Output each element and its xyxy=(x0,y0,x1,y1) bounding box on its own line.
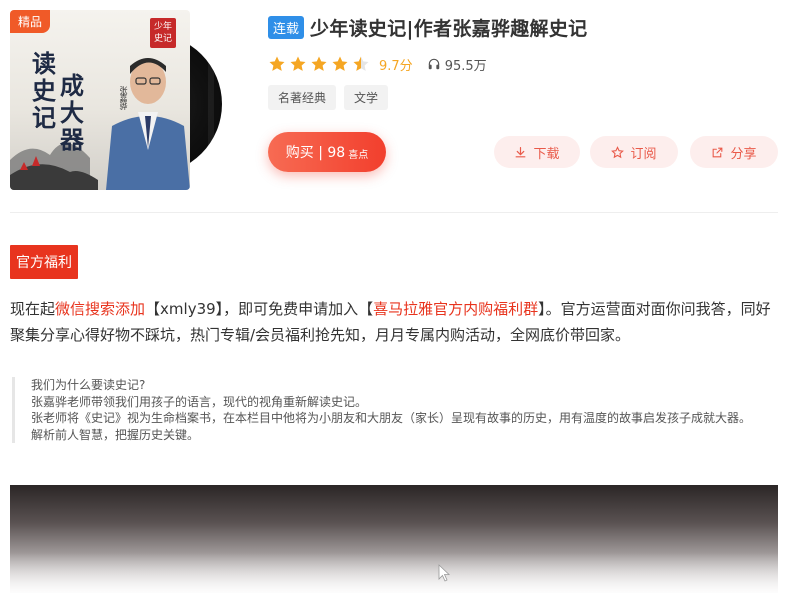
download-label: 下载 xyxy=(533,146,560,162)
buy-button[interactable]: 购买 | 98 喜点 xyxy=(268,132,386,172)
share-label: 分享 xyxy=(730,146,757,162)
purchase-group-link[interactable]: 喜马拉雅官方内购福利群 xyxy=(373,300,538,318)
subscribe-label: 订阅 xyxy=(630,146,657,162)
album-title-row: 连载 少年读史记|作者张嘉骅趣解史记 xyxy=(268,14,587,41)
share-button[interactable]: 分享 xyxy=(690,136,778,168)
wechat-search-link[interactable]: 微信搜索添加 xyxy=(55,300,145,318)
quote-line: 张老师将《史记》视为生命档案书，在本栏目中他将为小朋友和大朋友（家长）呈现有故事… xyxy=(31,411,752,425)
description-quote: 我们为什么要读史记? 张嘉骅老师带领我们用孩子的语言，现代的视角重新解读史记。 … xyxy=(12,377,778,443)
headphone-icon xyxy=(428,58,439,70)
cover-title-vertical-2: 成大器 xyxy=(60,71,84,154)
star-icon xyxy=(290,56,306,71)
cover-title-vertical-1: 读史记 xyxy=(32,49,56,132)
author-portrait xyxy=(106,58,190,190)
image-fade-overlay xyxy=(10,553,778,593)
category-tag[interactable]: 文学 xyxy=(344,85,389,110)
star-icon xyxy=(311,56,327,71)
buy-button-unit: 喜点 xyxy=(348,150,369,161)
share-icon xyxy=(713,147,723,157)
album-title: 少年读史记|作者张嘉骅趣解史记 xyxy=(310,18,588,40)
album-cover-area[interactable]: 读史记 成大器 张嘉骅 少年 史记 精品 xyxy=(10,10,225,190)
half-star-icon xyxy=(353,56,369,71)
buy-button-label: 购买 | 98 xyxy=(285,145,346,161)
cover-author-name: 张嘉骅 xyxy=(119,86,128,110)
official-benefit-tag: 官方福利 xyxy=(10,245,78,279)
download-icon xyxy=(516,146,526,157)
section-divider xyxy=(10,212,778,213)
play-count: 95.5万 xyxy=(444,58,487,74)
mouse-cursor-icon xyxy=(438,564,450,582)
cover-seal-logo: 少年 史记 xyxy=(150,18,176,48)
rating-row: 9.7分 95.5万 xyxy=(268,54,487,74)
quote-line: 解析前人智慧，把握历史关键。 xyxy=(31,427,200,442)
album-cover-image[interactable]: 读史记 成大器 张嘉骅 少年 史记 xyxy=(10,10,190,190)
serializing-tag: 连载 xyxy=(268,16,305,39)
star-outline-icon xyxy=(611,145,625,158)
star-icon xyxy=(269,56,285,71)
para-text-2: 【xmly39】，即可免费申请加入【 xyxy=(145,300,374,318)
star-icon xyxy=(332,56,348,71)
premium-badge: 精品 xyxy=(10,10,51,33)
para-text-1: 现在起 xyxy=(10,300,56,318)
quote-line: 我们为什么要读史记? xyxy=(31,378,146,392)
subscribe-button[interactable]: 订阅 xyxy=(590,136,678,168)
benefit-paragraph: 现在起微信搜索添加【xmly39】，即可免费申请加入【喜马拉雅官方内购福利群】。… xyxy=(10,296,780,348)
download-button[interactable]: 下载 xyxy=(494,136,580,168)
description-image xyxy=(10,485,778,593)
category-tags: 名著经典 文学 xyxy=(268,85,389,110)
quote-line: 张嘉骅老师带领我们用孩子的语言，现代的视角重新解读史记。 xyxy=(31,394,368,409)
category-tag[interactable]: 名著经典 xyxy=(268,85,337,110)
rating-score: 9.7分 xyxy=(379,58,413,74)
